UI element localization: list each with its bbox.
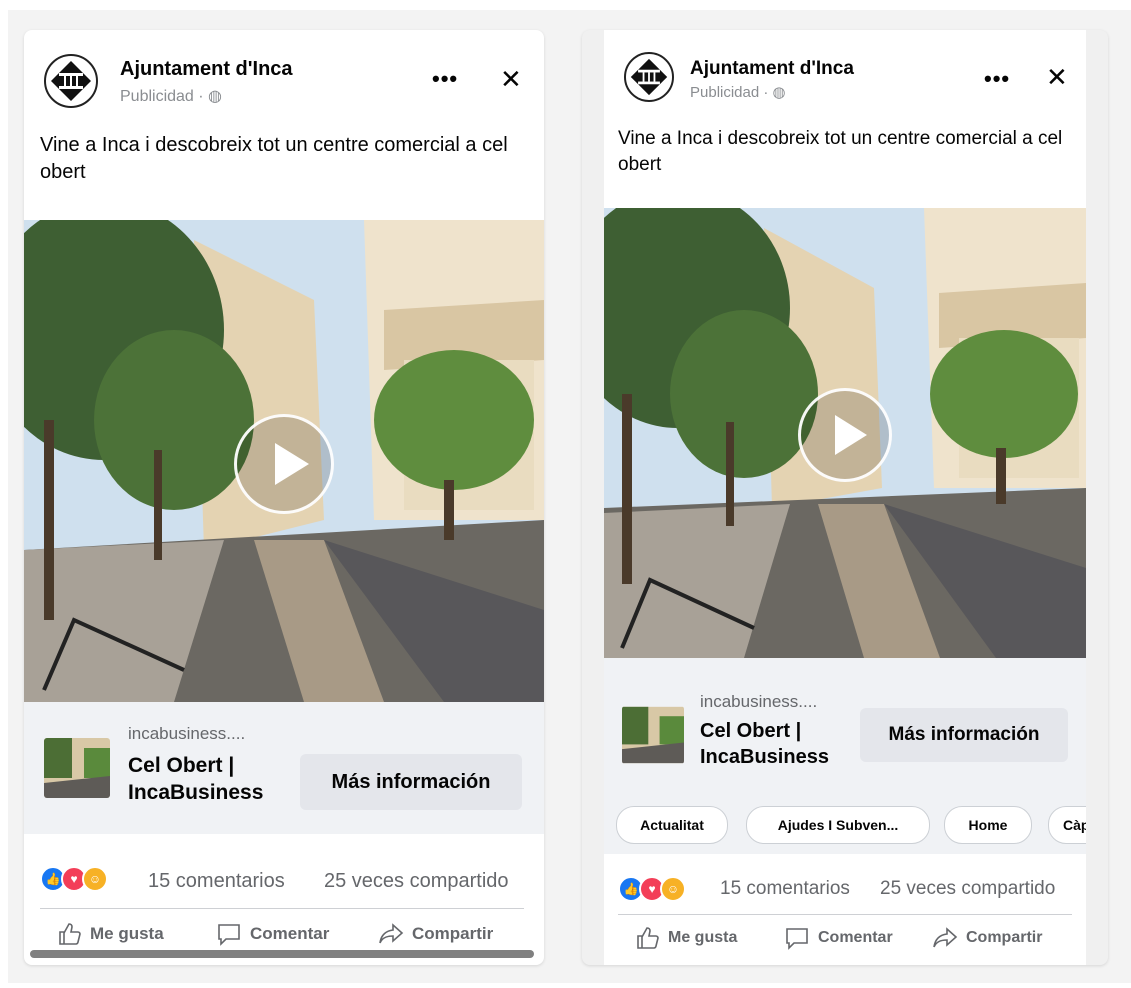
divider <box>40 908 524 909</box>
comment-label: Comentar <box>818 929 893 946</box>
care-reaction-icon: ☺ <box>660 876 686 902</box>
page-name[interactable]: Ajuntament d'Inca <box>120 58 293 81</box>
divider <box>618 914 1072 915</box>
post-caption: Vine a Inca i descobreix tot un centre c… <box>618 128 1063 175</box>
comment-icon <box>786 928 808 950</box>
close-icon[interactable]: ✕ <box>500 64 522 95</box>
comment-button[interactable]: Comentar <box>784 926 893 950</box>
share-icon <box>933 927 958 948</box>
more-info-button[interactable]: Más información <box>300 754 522 810</box>
sponsored-label: Publicidad · ◍ <box>120 86 222 106</box>
share-button[interactable]: Compartir <box>378 922 493 946</box>
link-domain: incabusiness.... <box>128 724 246 743</box>
comments-count[interactable]: 15 comentarios <box>148 870 285 893</box>
link-title[interactable]: Cel Obert | IncaBusiness <box>128 752 288 807</box>
link-title[interactable]: Cel Obert | IncaBusiness <box>700 718 850 770</box>
post-caption: Vine a Inca i descobreix tot un centre c… <box>40 134 508 183</box>
ad-post-2: Ajuntament d'Inca Publicidad · ◍ ••• ✕ V… <box>582 30 1108 965</box>
share-button[interactable]: Compartir <box>932 926 1042 950</box>
share-icon <box>379 923 404 944</box>
comment-icon <box>218 924 240 946</box>
page-logo[interactable] <box>624 52 674 102</box>
comments-count[interactable]: 15 comentarios <box>720 878 850 900</box>
sponsored-text: Publicidad · <box>690 84 773 101</box>
play-icon[interactable] <box>234 414 334 514</box>
globe-icon: ◍ <box>208 88 223 105</box>
horizontal-scrollbar[interactable] <box>30 950 534 958</box>
chip-home[interactable]: Home <box>944 806 1032 844</box>
play-icon[interactable] <box>798 388 892 482</box>
like-button[interactable]: Me gusta <box>58 922 164 946</box>
ad-post-1: Ajuntament d'Inca Publicidad · ◍ ••• ✕ V… <box>24 30 544 965</box>
more-icon[interactable]: ••• <box>432 66 458 92</box>
comment-button[interactable]: Comentar <box>216 922 329 946</box>
chip-cap[interactable]: Càp <box>1048 806 1086 844</box>
video-thumbnail[interactable] <box>604 208 1086 658</box>
shares-count[interactable]: 25 veces compartido <box>324 870 509 893</box>
close-icon[interactable]: ✕ <box>1046 62 1068 93</box>
like-icon <box>59 923 81 945</box>
link-preview[interactable]: incabusiness.... Cel Obert | IncaBusines… <box>604 658 1086 854</box>
chip-ajudes[interactable]: Ajudes I Subven... <box>746 806 930 844</box>
page-logo[interactable] <box>44 54 98 108</box>
sponsored-text: Publicidad · <box>120 88 209 105</box>
share-label: Compartir <box>412 924 494 943</box>
link-thumbnail <box>44 738 110 798</box>
like-label: Me gusta <box>90 924 164 943</box>
link-preview[interactable]: incabusiness.... Cel Obert | IncaBusines… <box>24 702 544 834</box>
reaction-icons[interactable]: 👍 ♥ ☺ <box>618 876 686 902</box>
more-info-button[interactable]: Más información <box>860 708 1068 762</box>
comment-label: Comentar <box>250 924 330 943</box>
globe-icon: ◍ <box>772 84 786 101</box>
share-label: Compartir <box>966 929 1043 946</box>
like-icon <box>637 927 659 949</box>
chip-actualitat[interactable]: Actualitat <box>616 806 728 844</box>
video-thumbnail[interactable] <box>24 220 544 702</box>
link-domain: incabusiness.... <box>700 692 818 711</box>
reaction-icons[interactable]: 👍 ♥ ☺ <box>40 866 108 892</box>
like-button[interactable]: Me gusta <box>636 926 737 950</box>
care-reaction-icon: ☺ <box>82 866 108 892</box>
shares-count[interactable]: 25 veces compartido <box>880 878 1055 900</box>
like-label: Me gusta <box>668 929 738 946</box>
more-icon[interactable]: ••• <box>984 66 1010 92</box>
sponsored-label: Publicidad · ◍ <box>690 83 786 101</box>
link-thumbnail <box>622 706 684 764</box>
page-name[interactable]: Ajuntament d'Inca <box>690 58 854 80</box>
